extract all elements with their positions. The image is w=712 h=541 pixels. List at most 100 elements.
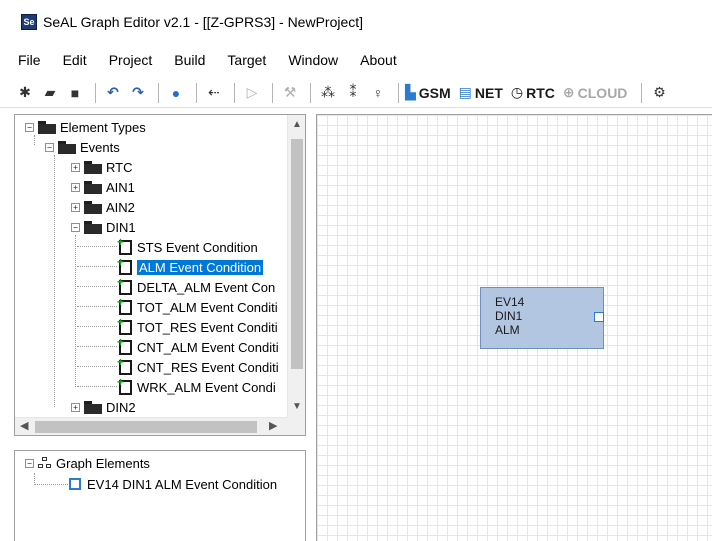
tree-guide-line	[75, 235, 76, 387]
scrollbar-corner	[287, 417, 305, 435]
key-icon[interactable]: ♀	[367, 82, 389, 104]
scroll-down-icon[interactable]: ▼	[292, 401, 302, 412]
cloud-button[interactable]: ⊕ CLOUD	[563, 84, 628, 101]
tree-node-rtc[interactable]: + RTC	[71, 157, 132, 177]
scroll-left-icon[interactable]: ◀	[20, 419, 28, 432]
save-icon[interactable]: ■	[64, 82, 86, 104]
tree-item-event-condition-selected[interactable]: ALM Event Condition	[117, 255, 264, 277]
tree-guide-line	[77, 326, 117, 327]
tree-item-event-condition[interactable]: CNT_ALM Event Conditi	[117, 335, 279, 357]
scrollbar-thumb[interactable]	[291, 139, 303, 369]
tree-item-event-condition[interactable]: STS Event Condition	[117, 235, 258, 257]
network-nodes-icon[interactable]: ⁂	[317, 82, 339, 104]
hierarchy-node	[46, 464, 51, 468]
folder-icon	[84, 400, 102, 414]
tree-node-events[interactable]: − Events	[45, 137, 120, 157]
tree-node-din1[interactable]: − DIN1	[71, 217, 136, 237]
redo-icon[interactable]: ↷	[127, 82, 149, 104]
tree-item-event-condition[interactable]: TOT_ALM Event Conditi	[117, 295, 278, 317]
event-condition-icon	[117, 335, 132, 355]
tree-guide-line	[77, 286, 117, 287]
node-id: EV14	[495, 295, 525, 309]
tree-label: Element Types	[60, 119, 146, 135]
tree-label: TOT_RES Event Conditi	[137, 319, 278, 335]
tree-node-graph-elements[interactable]: − Graph Elements	[25, 453, 150, 473]
tree-item-event-condition[interactable]: TOT_RES Event Conditi	[117, 315, 278, 337]
event-condition-icon	[117, 355, 132, 375]
scrollbar-thumb[interactable]	[35, 421, 257, 433]
usb-icon[interactable]: ⇠	[203, 82, 225, 104]
expand-icon[interactable]: +	[71, 202, 80, 212]
tree-label: CNT_ALM Event Conditi	[137, 339, 279, 355]
network-settings-icon[interactable]: ⁑	[342, 82, 364, 104]
event-condition-icon	[117, 275, 132, 295]
open-folder-icon[interactable]: ▰	[39, 82, 61, 104]
tree-item-event-condition[interactable]: WRK_ALM Event Condi	[117, 375, 276, 397]
tree-node-ain2[interactable]: + AIN2	[71, 197, 135, 217]
graph-elements-panel: − Graph Elements EV14 DIN1 ALM Event Con…	[14, 450, 306, 541]
menu-file[interactable]: File	[18, 52, 41, 68]
run-icon[interactable]: ▷	[241, 82, 263, 104]
window-title: SeAL Graph Editor v2.1 - [[Z-GPRS3] - Ne…	[43, 14, 364, 30]
expand-icon[interactable]: +	[71, 182, 80, 192]
tree-guide-line	[77, 306, 117, 307]
event-condition-icon	[117, 235, 132, 255]
net-label: NET	[474, 84, 503, 101]
vertical-scrollbar[interactable]: ▲ ▼	[287, 115, 305, 417]
expand-icon[interactable]: +	[71, 162, 80, 172]
node-type: ALM	[495, 323, 520, 337]
horizontal-scrollbar[interactable]: ◀ ▶	[15, 417, 287, 435]
graph-node-ev14[interactable]: EV14 DIN1 ALM	[480, 287, 604, 349]
event-condition-icon	[117, 375, 132, 395]
net-button[interactable]: ▤ NET	[459, 84, 503, 101]
hierarchy-node	[38, 464, 43, 468]
help-icon[interactable]: ●	[165, 82, 187, 104]
menu-target[interactable]: Target	[227, 52, 266, 68]
collapse-icon[interactable]: −	[71, 222, 80, 232]
folder-icon	[38, 120, 56, 134]
tree-label: Events	[80, 139, 120, 155]
tree-label: AIN2	[106, 199, 135, 215]
gsm-icon: ▙	[405, 84, 416, 100]
tree-label: STS Event Condition	[137, 239, 258, 255]
element-types-panel: − Element Types − Events + RTC + AIN1 + …	[14, 114, 306, 436]
tree-guide-line	[34, 484, 68, 485]
tree-node-ain1[interactable]: + AIN1	[71, 177, 135, 197]
title-bar: Se SeAL Graph Editor v2.1 - [[Z-GPRS3] -…	[0, 0, 712, 44]
collapse-icon[interactable]: −	[45, 142, 54, 152]
menu-about[interactable]: About	[360, 52, 397, 68]
graph-canvas[interactable]: EV14 DIN1 ALM	[316, 114, 712, 541]
tree-label: ALM Event Condition	[137, 259, 264, 275]
rtc-label: RTC	[526, 84, 555, 101]
expand-icon[interactable]: +	[71, 402, 80, 412]
event-condition-icon	[117, 295, 132, 315]
rtc-button[interactable]: ◷ RTC	[511, 84, 555, 101]
clock-icon: ◷	[510, 84, 524, 100]
tree-label: RTC	[106, 159, 133, 175]
collapse-icon[interactable]: −	[25, 458, 34, 468]
tree-node-din2[interactable]: + DIN2	[71, 397, 136, 417]
menu-window[interactable]: Window	[288, 52, 338, 68]
gsm-button[interactable]: ▙ GSM	[405, 84, 451, 101]
tree-label: TOT_ALM Event Conditi	[137, 299, 278, 315]
graph-element-icon	[69, 478, 81, 490]
wrench-icon[interactable]: ⚒	[279, 82, 301, 104]
menu-build[interactable]: Build	[174, 52, 205, 68]
node-output-port[interactable]	[594, 312, 604, 322]
collapse-icon[interactable]: −	[25, 122, 34, 132]
scroll-up-icon[interactable]: ▲	[292, 119, 302, 130]
tree-guide-line	[77, 266, 117, 267]
new-file-icon[interactable]: ✱	[14, 82, 36, 104]
net-icon: ▤	[458, 84, 472, 100]
scroll-right-icon[interactable]: ▶	[269, 419, 277, 432]
tree-guide-line	[77, 246, 117, 247]
tree-item-event-condition[interactable]: DELTA_ALM Event Con	[117, 275, 275, 297]
menu-edit[interactable]: Edit	[63, 52, 87, 68]
device-icon[interactable]: ⚙	[648, 82, 670, 104]
menu-project[interactable]: Project	[109, 52, 153, 68]
tree-label: WRK_ALM Event Condi	[137, 379, 276, 395]
tree-node-element-types[interactable]: − Element Types	[25, 117, 146, 137]
tree-item-event-condition[interactable]: CNT_RES Event Conditi	[117, 355, 279, 377]
undo-icon[interactable]: ↶	[102, 82, 124, 104]
graph-element-item[interactable]: EV14 DIN1 ALM Event Condition	[69, 474, 277, 494]
